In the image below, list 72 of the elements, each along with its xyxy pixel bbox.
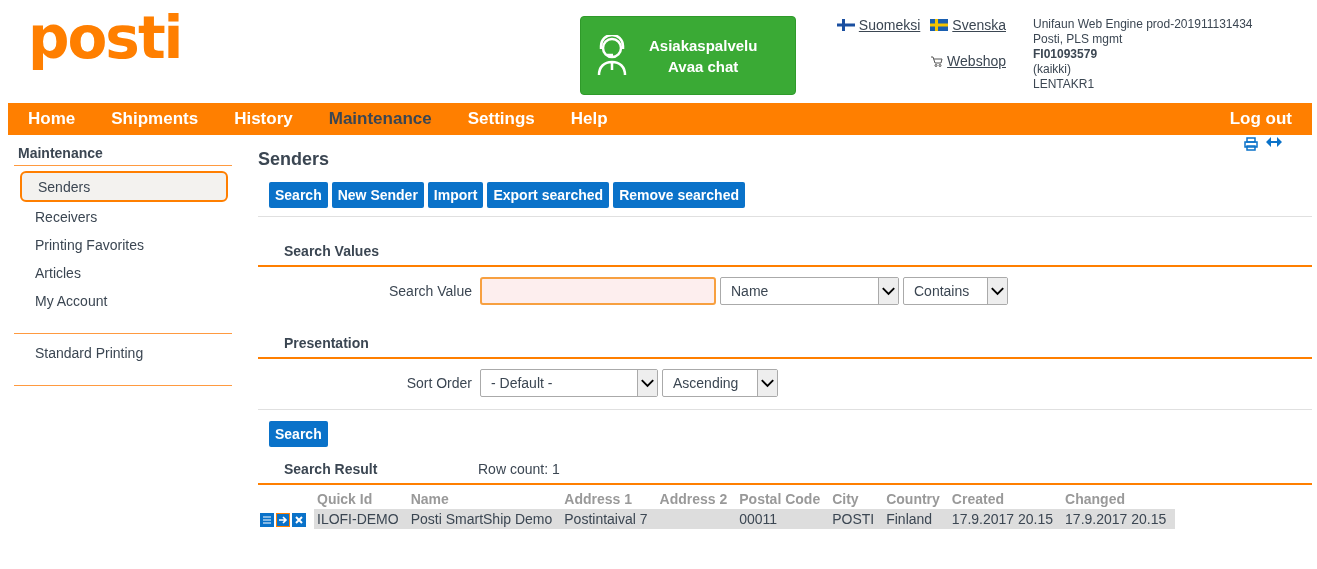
language-link[interactable]: Svenska	[930, 17, 1006, 33]
table-cell: Posti SmartShip Demo	[407, 509, 562, 529]
column-header[interactable]: Created	[948, 489, 1063, 509]
sidebar-item[interactable]: Printing Favorites	[14, 231, 232, 259]
field-label: Search Value	[388, 283, 472, 299]
details-icon[interactable]	[260, 513, 274, 528]
toolbar-button[interactable]: New Sender	[331, 182, 424, 208]
section-title: Search Values	[258, 243, 1312, 267]
posti-logo: posti	[28, 4, 183, 72]
nav-item[interactable]: Home	[28, 109, 76, 129]
search-button[interactable]: Search	[269, 421, 328, 447]
column-header[interactable]: Quick Id	[314, 489, 408, 509]
match-select[interactable]: Contains	[903, 277, 1008, 305]
field-label: Sort Order	[405, 375, 472, 391]
direction-select[interactable]: Ascending	[662, 369, 778, 397]
sidebar-item[interactable]: Receivers	[14, 203, 232, 231]
section-title: Search Result	[284, 461, 379, 477]
user-name: LENTAKR1	[1033, 77, 1096, 92]
language-link[interactable]: Suomeksi	[836, 17, 921, 33]
table-cell: 17.9.2017 20.15	[1062, 509, 1176, 529]
caret-icon[interactable]	[637, 370, 657, 396]
cart-icon	[931, 55, 944, 67]
table-cell: 17.9.2017 20.15	[948, 509, 1063, 529]
table-cell: POSTI	[829, 509, 884, 529]
field-select[interactable]: Name	[720, 277, 899, 305]
toolbar-button[interactable]: Import	[427, 182, 484, 208]
nav-item[interactable]: Help	[570, 109, 608, 129]
webshop-link[interactable]: Webshop	[931, 53, 1006, 69]
caret-icon[interactable]	[757, 370, 777, 396]
table-cell: Postintaival 7	[561, 509, 657, 529]
column-header[interactable]: Postal Code	[736, 489, 830, 509]
chat-button[interactable]: Asiakaspalvelu Avaa chat	[580, 16, 796, 95]
company-name: Posti, PLS mgmt	[1033, 32, 1124, 47]
section-title: Presentation	[258, 335, 1312, 359]
sidebar-title: Maintenance	[14, 145, 232, 166]
column-header[interactable]: Name	[407, 489, 562, 509]
nav-item[interactable]: History	[234, 109, 293, 129]
expand-arrows-icon[interactable]	[1266, 137, 1282, 147]
logout-link[interactable]: Log out	[1229, 109, 1292, 129]
flag-icon	[836, 19, 855, 31]
flag-icon	[930, 19, 949, 31]
column-header[interactable]: Changed	[1062, 489, 1176, 509]
arrow-right-icon[interactable]	[276, 513, 290, 528]
toolbar-button[interactable]: Export searched	[487, 182, 610, 208]
toolbar-button[interactable]: Remove searched	[613, 182, 745, 208]
table-cell: 00011	[736, 509, 830, 529]
sidebar-item[interactable]: My Account	[14, 287, 232, 315]
row-count: Row count: 1	[478, 461, 560, 477]
print-icon[interactable]	[1244, 137, 1258, 151]
customer-number: FI01093579	[1033, 47, 1099, 62]
caret-icon[interactable]	[987, 278, 1007, 304]
sidebar-item[interactable]: Articles	[14, 259, 232, 287]
table-cell: ILOFI-DEMO	[314, 509, 408, 529]
column-header[interactable]: Address 1	[561, 489, 657, 509]
column-header[interactable]: City	[829, 489, 884, 509]
delete-icon[interactable]	[292, 513, 306, 528]
table-cell: Finland	[883, 509, 949, 529]
column-header[interactable]: Country	[883, 489, 949, 509]
nav-item[interactable]: Shipments	[111, 109, 199, 129]
sort-order-select[interactable]: - Default -	[480, 369, 658, 397]
engine-version: Unifaun Web Engine prod-201911131434	[1033, 17, 1253, 32]
headset-agent-icon	[595, 34, 629, 77]
page-title: Senders	[258, 149, 331, 170]
nav-item[interactable]: Settings	[467, 109, 535, 129]
account-scope: (kaikki)	[1033, 62, 1072, 77]
toolbar-button[interactable]: Search	[269, 182, 328, 208]
nav-item[interactable]: Maintenance	[328, 109, 432, 129]
column-header[interactable]: Address 2	[656, 489, 737, 509]
caret-icon[interactable]	[878, 278, 898, 304]
search-value-field[interactable]	[480, 277, 716, 305]
sidebar-item[interactable]: Senders	[20, 171, 228, 202]
sidebar-item[interactable]: Standard Printing	[14, 339, 232, 367]
